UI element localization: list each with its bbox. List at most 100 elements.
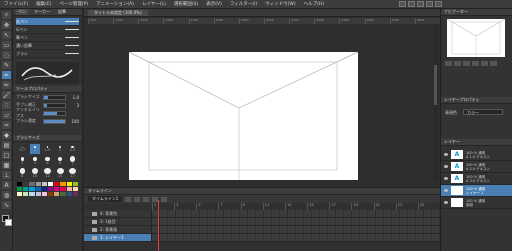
brush-size-option[interactable]: 8 bbox=[17, 168, 28, 178]
property-row[interactable]: ブラシサイズ 1.0 bbox=[13, 93, 82, 101]
property-row[interactable]: ブラシ濃度 100 bbox=[13, 117, 82, 125]
palette-swatch[interactable] bbox=[17, 192, 23, 196]
prev-frame-icon[interactable] bbox=[143, 196, 150, 202]
brush-item[interactable]: 筆ペン bbox=[16, 34, 79, 42]
sub-tool-tab-pencil[interactable]: 鉛筆 bbox=[56, 9, 68, 15]
palette-swatch[interactable] bbox=[54, 182, 60, 186]
undo-icon[interactable] bbox=[426, 1, 433, 7]
brush-size-option[interactable]: 10 bbox=[30, 168, 41, 178]
move-tool-icon[interactable]: ✥ bbox=[2, 21, 11, 29]
palette-swatch[interactable] bbox=[23, 182, 29, 186]
brush-size-option[interactable]: 7 bbox=[67, 156, 78, 166]
property-slider[interactable] bbox=[43, 102, 66, 108]
brush-tool-icon[interactable]: 🖌 bbox=[2, 91, 11, 99]
palette-swatch[interactable] bbox=[47, 192, 54, 196]
frame-cells[interactable] bbox=[152, 218, 440, 225]
zoom-in-icon[interactable] bbox=[445, 61, 452, 66]
palette-swatch[interactable] bbox=[54, 192, 60, 196]
timeline-track[interactable]: 3: 1枚目 bbox=[84, 218, 440, 226]
brush-item[interactable]: 濃い鉛筆 bbox=[16, 42, 79, 50]
palette-swatch[interactable] bbox=[54, 187, 60, 191]
brush-size-option[interactable]: 1 bbox=[29, 144, 41, 154]
rotate-right-icon[interactable] bbox=[481, 61, 488, 66]
airbrush-tool-icon[interactable]: ∷ bbox=[2, 101, 11, 109]
brush-item[interactable]: 丸ペン bbox=[16, 18, 79, 26]
property-slider[interactable] bbox=[43, 94, 66, 100]
eye-icon[interactable] bbox=[444, 165, 448, 168]
layer-row[interactable]: A 100 % 通常 A 3.0 テキスト bbox=[441, 173, 512, 185]
palette-swatch[interactable] bbox=[60, 187, 66, 191]
property-row[interactable]: アンチエイリアス bbox=[13, 107, 82, 118]
brush-size-option[interactable]: 15 bbox=[55, 168, 66, 178]
flip-icon[interactable] bbox=[490, 61, 497, 66]
palette-swatch[interactable] bbox=[41, 187, 47, 191]
layer-row[interactable]: A 100 % 通常 A 1.0 テキスト bbox=[441, 149, 512, 161]
menu-selection[interactable]: 選択範囲(S) bbox=[170, 1, 202, 7]
palette-swatch[interactable] bbox=[41, 182, 47, 186]
eye-icon[interactable] bbox=[444, 153, 448, 156]
brush-size-option[interactable]: 4 bbox=[30, 156, 41, 166]
redo-icon[interactable] bbox=[435, 1, 442, 7]
layer-row[interactable]: 100 % 通常 用紙 bbox=[441, 197, 512, 209]
balloon-tool-icon[interactable]: ◍ bbox=[2, 191, 11, 199]
frame-cells[interactable] bbox=[152, 226, 440, 233]
brush-size-option[interactable]: 2.5 bbox=[67, 144, 78, 154]
property-slider[interactable] bbox=[43, 118, 66, 124]
play-icon[interactable] bbox=[125, 196, 132, 202]
frame-cells[interactable] bbox=[152, 234, 440, 241]
eye-icon[interactable] bbox=[444, 189, 448, 192]
background-color[interactable] bbox=[5, 219, 12, 226]
brush-size-option[interactable]: 12 bbox=[42, 168, 53, 178]
palette-swatch[interactable] bbox=[47, 187, 54, 191]
stop-icon[interactable] bbox=[134, 196, 141, 202]
zoom-tool-icon[interactable]: ⌕ bbox=[2, 11, 11, 19]
brush-size-option[interactable]: 17 bbox=[67, 168, 78, 178]
palette-swatch[interactable] bbox=[41, 192, 47, 196]
save-icon[interactable] bbox=[417, 1, 424, 7]
palette-swatch[interactable] bbox=[60, 182, 66, 186]
operation-tool-icon[interactable]: ↖ bbox=[2, 31, 11, 39]
gradient-tool-icon[interactable]: ▤ bbox=[2, 141, 11, 149]
lasso-tool-icon[interactable]: ◌ bbox=[2, 51, 11, 59]
canvas-tab[interactable]: タイトル未設定 (100.0%) bbox=[88, 9, 148, 16]
palette-swatch[interactable] bbox=[23, 192, 29, 196]
frame-tool-icon[interactable]: ▦ bbox=[2, 161, 11, 169]
loop-icon[interactable] bbox=[161, 196, 168, 202]
paper[interactable] bbox=[129, 52, 358, 180]
navigator-preview[interactable] bbox=[446, 18, 506, 57]
zoom-out-icon[interactable] bbox=[454, 61, 461, 66]
scrollbar-thumb[interactable] bbox=[434, 65, 437, 105]
palette-swatch[interactable] bbox=[66, 182, 72, 186]
palette-swatch[interactable] bbox=[66, 187, 72, 191]
palette-swatch[interactable] bbox=[17, 182, 23, 186]
eyedropper-tool-icon[interactable]: ✎ bbox=[2, 61, 11, 69]
timeline-track[interactable]: 4: 背景色 bbox=[84, 210, 440, 218]
menu-animation[interactable]: アニメーション(A) bbox=[92, 1, 138, 7]
menu-window[interactable]: ウィンドウ(W) bbox=[261, 1, 299, 7]
fit-icon[interactable] bbox=[463, 61, 470, 66]
brush-size-option[interactable]: 0.7 bbox=[17, 144, 28, 154]
palette-swatch[interactable] bbox=[72, 182, 78, 186]
frame-ruler[interactable]: 1 3 5 7 9 11 13 15 17 19 21 23 25 bbox=[152, 203, 440, 210]
eye-icon[interactable] bbox=[444, 177, 448, 180]
menu-page[interactable]: ページ管理(P) bbox=[55, 1, 92, 7]
ruler-tool-icon[interactable]: ⊥ bbox=[2, 171, 11, 179]
brush-size-option[interactable]: 2 bbox=[55, 144, 66, 154]
palette-swatch[interactable] bbox=[29, 187, 35, 191]
palette-swatch[interactable] bbox=[35, 187, 41, 191]
eraser-tool-icon[interactable]: ▱ bbox=[2, 111, 11, 119]
timeline-track[interactable]: 2: 背景画 bbox=[84, 226, 440, 234]
palette-swatch[interactable] bbox=[66, 192, 72, 196]
layer-row[interactable]: 100 % 通常 レイヤー 1 bbox=[441, 185, 512, 197]
menu-help[interactable]: ヘルプ(H) bbox=[300, 1, 328, 7]
timeline-track[interactable]: 1: レイヤー1 bbox=[84, 234, 440, 242]
palette-swatch[interactable] bbox=[47, 182, 54, 186]
correct-line-tool-icon[interactable]: ∿ bbox=[2, 201, 11, 209]
rotate-left-icon[interactable] bbox=[472, 61, 479, 66]
color-swatches[interactable] bbox=[2, 215, 12, 229]
sub-tool-tab-pen[interactable]: ペン bbox=[16, 9, 28, 15]
pen-tool-icon[interactable]: ✒ bbox=[2, 71, 11, 79]
menu-edit[interactable]: 編集(E) bbox=[32, 1, 55, 7]
sub-tool-tab-marker[interactable]: マーカー bbox=[32, 9, 52, 15]
layer-row[interactable]: A 100 % 通常 A 2.0 テキスト bbox=[441, 161, 512, 173]
